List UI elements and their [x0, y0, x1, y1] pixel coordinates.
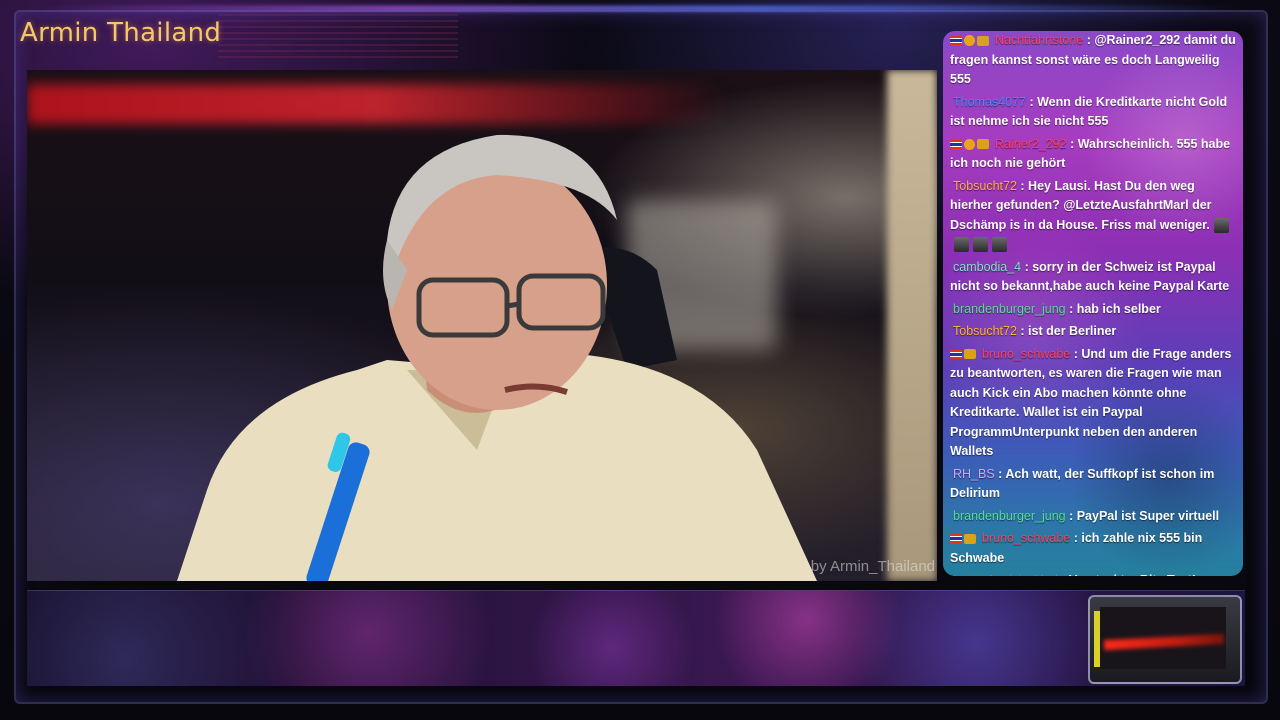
crown-badge-icon: [964, 349, 976, 360]
chat-username[interactable]: cambodia_4: [953, 260, 1021, 274]
chat-username[interactable]: bruno_schwabe: [982, 531, 1070, 545]
chat-username[interactable]: Tobsucht72: [953, 324, 1017, 338]
chat-message: bruno_schwabe : Und um die Frage anders …: [950, 345, 1237, 462]
chat-text: : ist der Berliner: [1016, 324, 1117, 338]
chat-username[interactable]: brandenburger_jung: [953, 509, 1066, 523]
flag-badge-icon: [950, 534, 962, 544]
mini-camera-feed: [1088, 595, 1242, 684]
chat-message: cambodia_4 : sorry in der Schweiz ist Pa…: [950, 258, 1237, 297]
chat-text: : PayPal ist Super virtuell: [1065, 508, 1220, 523]
vip-badge-icon: [964, 138, 975, 150]
mini-camera-yellow-light: [1094, 611, 1100, 667]
vip-badge-icon: [964, 35, 975, 47]
streamer-figure: [177, 134, 817, 581]
title-stripes-decoration: [218, 14, 458, 58]
crown-badge-icon: [977, 139, 989, 150]
chat-message: Tobsucht72 : Hey Lausi. Hast Du den weg …: [950, 177, 1237, 255]
streamer-title: Armin Thailand: [20, 18, 222, 48]
chat-message: Thomas4077 : Wenn die Kreditkarte nicht …: [950, 93, 1237, 132]
chat-message: brandenburger_jung : hab ich selber: [950, 300, 1237, 320]
chat-text: : Wahrscheinlich. 555 habe ich noch nie …: [950, 136, 1231, 171]
chat-emote-icon: [1213, 217, 1229, 233]
chat-text: : hab ich selber: [1065, 301, 1161, 316]
chat-username[interactable]: LetzteAusfahrtMarl: [953, 573, 1058, 576]
flag-badge-icon: [950, 139, 962, 149]
chat-message: Nachtfahrtstone : @Rainer2_292 damit du …: [950, 31, 1237, 90]
chat-message: Tobsucht72 : ist der Berliner: [950, 322, 1237, 342]
chat-message: Rainer2_292 : Wahrscheinlich. 555 habe i…: [950, 135, 1237, 174]
crown-badge-icon: [977, 35, 989, 46]
chat-message-list[interactable]: Nachtfahrtstone : @Rainer2_292 damit du …: [943, 31, 1243, 576]
chat-emote-icon: [954, 237, 969, 253]
chat-username[interactable]: Thomas4077: [953, 95, 1026, 109]
chat-emote-icon: [992, 237, 1007, 253]
bottom-banner: [27, 590, 1245, 686]
chat-message: LetzteAusfahrtMarl : Versteckter Bits Te…: [950, 571, 1237, 576]
stream-overlay: Armin Thailand by Armin_Thailand Nachtfa…: [0, 0, 1280, 720]
chat-username[interactable]: Rainer2_292: [995, 137, 1067, 151]
chat-username[interactable]: Tobsucht72: [953, 179, 1017, 193]
chat-username[interactable]: brandenburger_jung: [953, 302, 1066, 316]
crown-badge-icon: [964, 533, 976, 544]
chat-username[interactable]: RH_BS: [953, 467, 995, 481]
flag-badge-icon: [950, 349, 962, 359]
chat-message: bruno_schwabe : ich zahle nix 555 bin Sc…: [950, 529, 1237, 568]
stream-watermark: by Armin_Thailand: [810, 558, 935, 575]
chat-emote-icon: [973, 237, 988, 253]
flag-badge-icon: [950, 36, 962, 46]
top-glow-line: [40, 6, 1240, 11]
webcam-feed: by Armin_Thailand: [27, 70, 937, 581]
chat-message: brandenburger_jung : PayPal ist Super vi…: [950, 507, 1237, 527]
chat-username[interactable]: bruno_schwabe: [982, 347, 1070, 361]
chat-text: : Und um die Frage anders zu beantworten…: [950, 346, 1232, 459]
chat-text: : @Rainer2_292 damit du fragen kannst so…: [950, 33, 1236, 86]
chat-text: : Versteckter Bits Test!: [1058, 573, 1196, 576]
chat-panel[interactable]: Nachtfahrtstone : @Rainer2_292 damit du …: [943, 31, 1243, 576]
chat-message: RH_BS : Ach watt, der Suffkopf ist schon…: [950, 465, 1237, 504]
chat-username[interactable]: Nachtfahrtstone: [995, 33, 1083, 47]
